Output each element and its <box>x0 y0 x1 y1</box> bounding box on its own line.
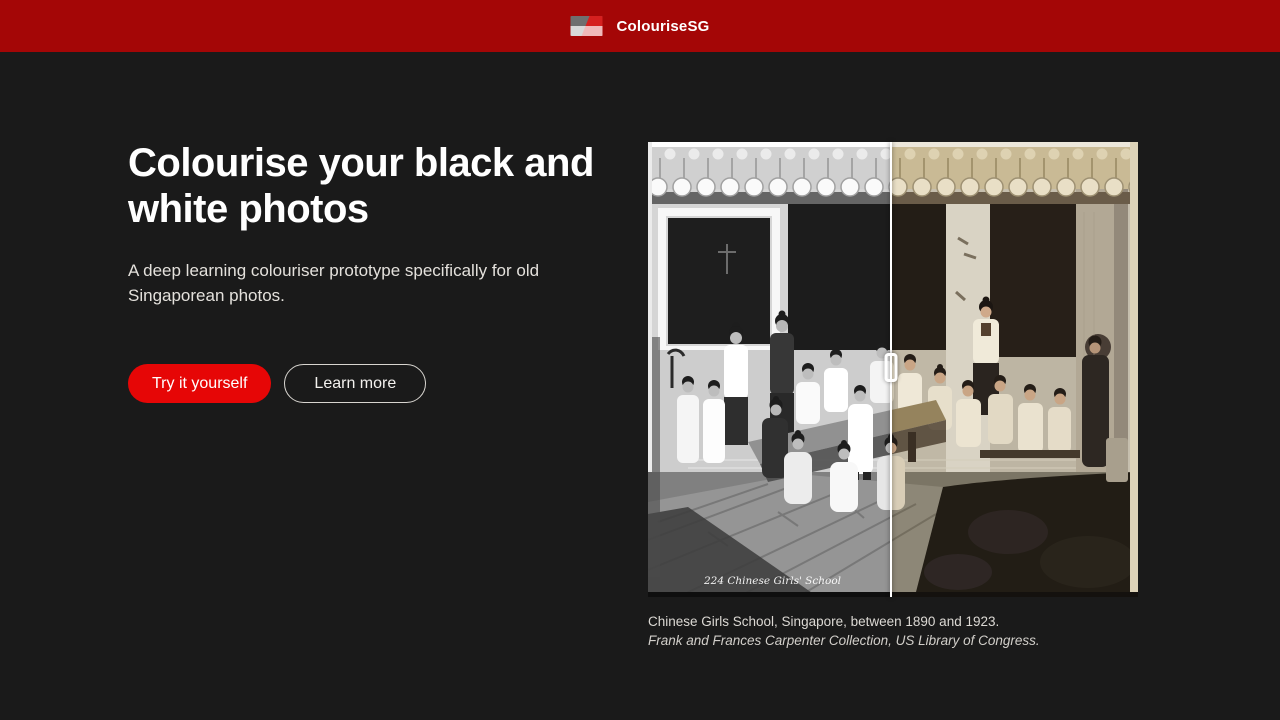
slider-drag-handle-icon[interactable] <box>885 353 898 382</box>
learn-more-button[interactable]: Learn more <box>284 364 426 403</box>
photo-caption: Chinese Girls School, Singapore, between… <box>648 612 1040 650</box>
try-it-yourself-button[interactable]: Try it yourself <box>128 364 271 403</box>
hero-subtitle: A deep learning colouriser prototype spe… <box>128 258 633 308</box>
before-after-comparison-slider[interactable] <box>648 142 1138 597</box>
page-title-line2: white photos <box>128 186 594 232</box>
app-title: ColouriseSG <box>616 18 709 35</box>
photo-caption-title: Chinese Girls School, Singapore, between… <box>648 612 1040 631</box>
hero-buttons: Try it yourself Learn more <box>128 364 426 403</box>
photo-caption-credit: Frank and Frances Carpenter Collection, … <box>648 631 1040 650</box>
page-title-line1: Colourise your black and <box>128 140 594 186</box>
singapore-flag-logo-icon <box>570 16 603 36</box>
black-and-white-photo-layer <box>648 142 891 597</box>
page-title: Colourise your black and white photos <box>128 140 594 232</box>
app-header: ColouriseSG <box>0 0 1280 52</box>
